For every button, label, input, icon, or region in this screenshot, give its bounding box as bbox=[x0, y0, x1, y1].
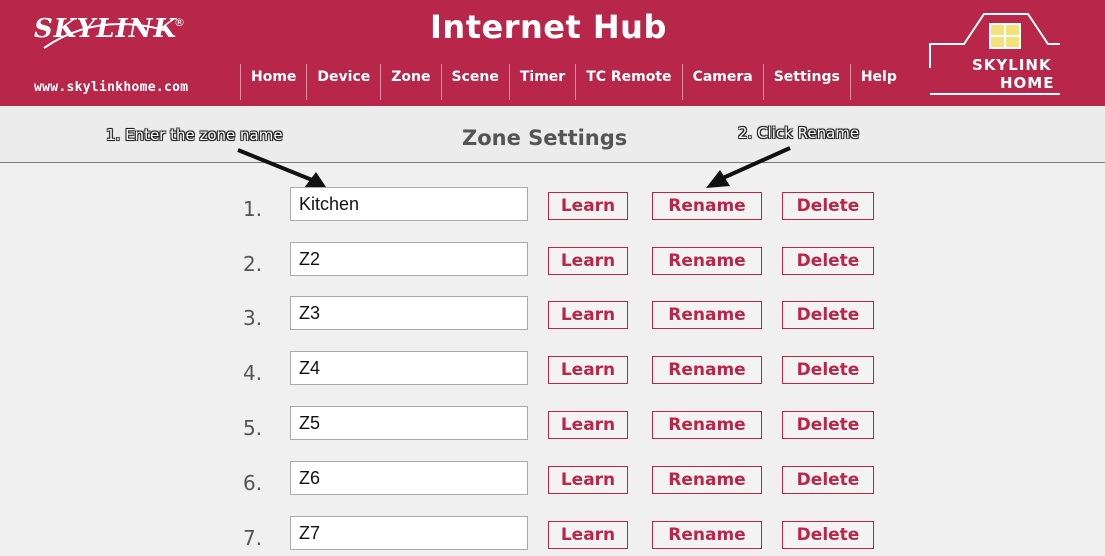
delete-button-6[interactable]: Delete bbox=[782, 466, 874, 494]
rename-button-4[interactable]: Rename bbox=[652, 356, 762, 384]
arrow-to-input-icon bbox=[237, 148, 328, 190]
zone-name-input-6[interactable] bbox=[290, 461, 528, 495]
zone-number: 1. bbox=[243, 197, 263, 221]
rename-button-6[interactable]: Rename bbox=[652, 466, 762, 494]
learn-button-7[interactable]: Learn bbox=[548, 521, 628, 549]
zone-number: 7. bbox=[243, 526, 263, 550]
zone-name-input-4[interactable] bbox=[290, 351, 528, 385]
learn-button-4[interactable]: Learn bbox=[548, 356, 628, 384]
arrow-to-rename-icon bbox=[706, 146, 791, 188]
delete-button-2[interactable]: Delete bbox=[782, 247, 874, 275]
zone-row-2: 2. Learn Rename Delete bbox=[0, 242, 1105, 282]
learn-button-3[interactable]: Learn bbox=[548, 301, 628, 329]
zone-name-input-3[interactable] bbox=[290, 296, 528, 330]
delete-button-3[interactable]: Delete bbox=[782, 301, 874, 329]
zone-number: 5. bbox=[243, 416, 263, 440]
zone-name-input-7[interactable] bbox=[290, 516, 528, 550]
rename-button-7[interactable]: Rename bbox=[652, 521, 762, 549]
learn-button-5[interactable]: Learn bbox=[548, 411, 628, 439]
rename-button-3[interactable]: Rename bbox=[652, 301, 762, 329]
delete-button-1[interactable]: Delete bbox=[782, 192, 874, 220]
zone-row-1: 1. Learn Rename Delete bbox=[0, 187, 1105, 227]
zone-number: 3. bbox=[243, 306, 263, 330]
delete-button-5[interactable]: Delete bbox=[782, 411, 874, 439]
zone-row-3: 3. Learn Rename Delete bbox=[0, 296, 1105, 336]
zone-number: 6. bbox=[243, 471, 263, 495]
learn-button-6[interactable]: Learn bbox=[548, 466, 628, 494]
zone-row-5: 5. Learn Rename Delete bbox=[0, 406, 1105, 446]
zone-row-7: 7. Learn Rename Delete bbox=[0, 516, 1105, 556]
learn-button-2[interactable]: Learn bbox=[548, 247, 628, 275]
zone-number: 2. bbox=[243, 252, 263, 276]
zone-row-6: 6. Learn Rename Delete bbox=[0, 461, 1105, 501]
zone-number: 4. bbox=[243, 361, 263, 385]
rename-button-2[interactable]: Rename bbox=[652, 247, 762, 275]
rename-button-5[interactable]: Rename bbox=[652, 411, 762, 439]
delete-button-4[interactable]: Delete bbox=[782, 356, 874, 384]
delete-button-7[interactable]: Delete bbox=[782, 521, 874, 549]
rename-button-1[interactable]: Rename bbox=[652, 192, 762, 220]
zone-name-input-1[interactable] bbox=[290, 187, 528, 221]
learn-button-1[interactable]: Learn bbox=[548, 192, 628, 220]
zone-name-input-2[interactable] bbox=[290, 242, 528, 276]
zone-row-4: 4. Learn Rename Delete bbox=[0, 351, 1105, 391]
zone-name-input-5[interactable] bbox=[290, 406, 528, 440]
